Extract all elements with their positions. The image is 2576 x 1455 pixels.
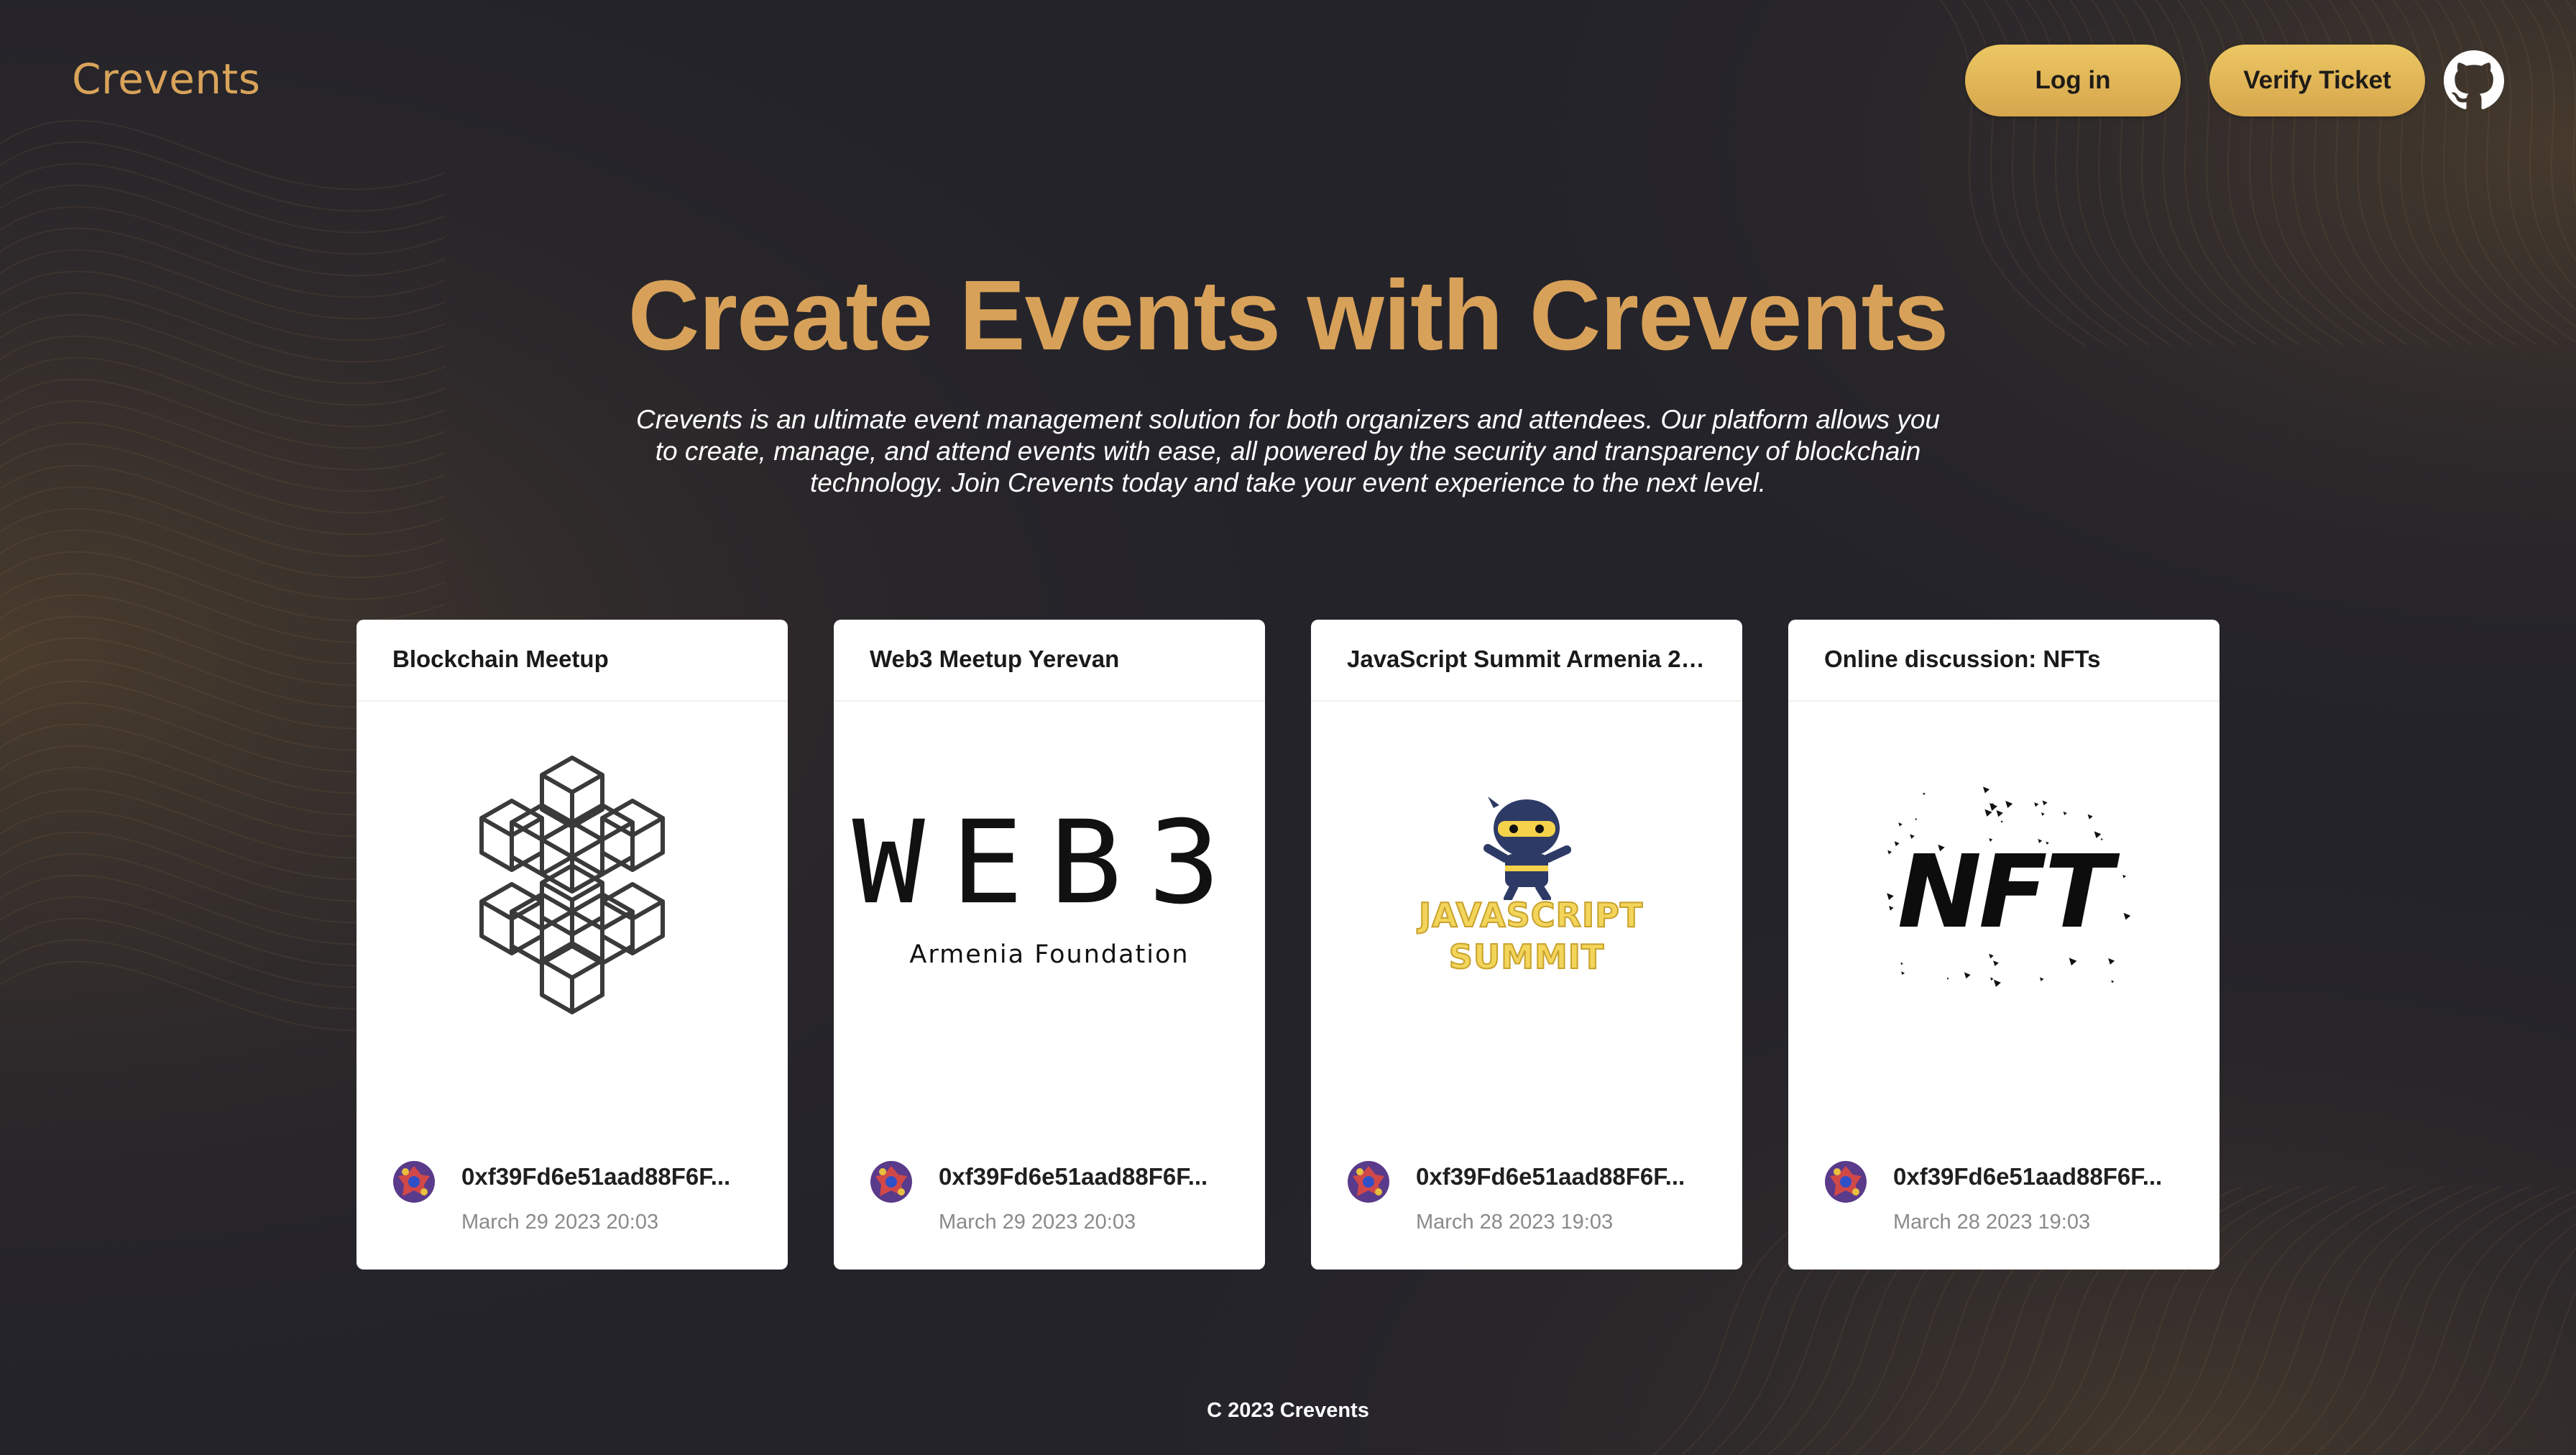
footer-copyright: C 2023 Crevents [1207, 1399, 1369, 1422]
avatar [870, 1161, 912, 1203]
hexagon-cubes-icon [356, 720, 788, 1051]
event-owner-address: 0xf39Fd6e51aad88F6F... [939, 1163, 1208, 1190]
web3-logo: WEB3 Armenia Foundation [834, 720, 1265, 1051]
event-card[interactable]: Blockchain Meetup 0xf39Fd6e51aad88F6F...… [356, 620, 788, 1270]
event-title: Web3 Meetup Yerevan [870, 646, 1120, 672]
web3-logo-text: WEB3 [852, 795, 1247, 930]
verify-ticket-button[interactable]: Verify Ticket [2209, 45, 2425, 116]
event-owner-address: 0xf39Fd6e51aad88F6F... [461, 1163, 731, 1190]
js-summit-title: JAVASCRIPT [1418, 895, 1644, 935]
avatar [1825, 1161, 1867, 1203]
card-divider [834, 700, 1265, 702]
hero-description: Crevents is an ultimate event management… [636, 405, 1940, 497]
card-divider [1788, 700, 2220, 702]
avatar [393, 1161, 435, 1203]
event-date: March 28 2023 19:03 [1893, 1211, 2091, 1234]
js-summit-subtitle: SUMMIT [1448, 937, 1605, 977]
nft-logo-text: NFT [1897, 834, 2113, 951]
event-date: March 28 2023 19:03 [1416, 1211, 1614, 1234]
event-title: Online discussion: NFTs [1824, 646, 2101, 672]
avatar [1348, 1161, 1389, 1203]
hero-title: Create Events with Crevents [627, 260, 1949, 371]
brand-logo[interactable]: Crevents [72, 55, 260, 104]
nft-logo: NFT [1788, 720, 2220, 1051]
web3-logo-subtitle: Armenia Foundation [909, 940, 1190, 969]
event-owner-address: 0xf39Fd6e51aad88F6F... [1893, 1163, 2163, 1190]
github-icon[interactable] [2444, 50, 2504, 111]
event-card[interactable]: Web3 Meetup Yerevan WEB3 Armenia Foundat… [834, 620, 1265, 1270]
card-divider [1311, 700, 1742, 702]
event-card[interactable]: JavaScript Summit Armenia 20... JAVASCRI… [1311, 620, 1742, 1270]
ninja-icon [1484, 797, 1571, 900]
event-owner-address: 0xf39Fd6e51aad88F6F... [1416, 1163, 1685, 1190]
event-card[interactable]: Online discussion: NFTs NFT 0xf39Fd6e51a… [1788, 620, 2220, 1270]
event-title: Blockchain Meetup [392, 646, 609, 672]
event-date: March 29 2023 20:03 [461, 1211, 659, 1234]
event-title: JavaScript Summit Armenia 20... [1347, 646, 1714, 672]
javascript-summit-ninja-logo: JAVASCRIPT SUMMIT [1311, 720, 1742, 1051]
login-button[interactable]: Log in [1965, 45, 2181, 116]
card-divider [356, 700, 788, 702]
event-date: March 29 2023 20:03 [939, 1211, 1136, 1234]
